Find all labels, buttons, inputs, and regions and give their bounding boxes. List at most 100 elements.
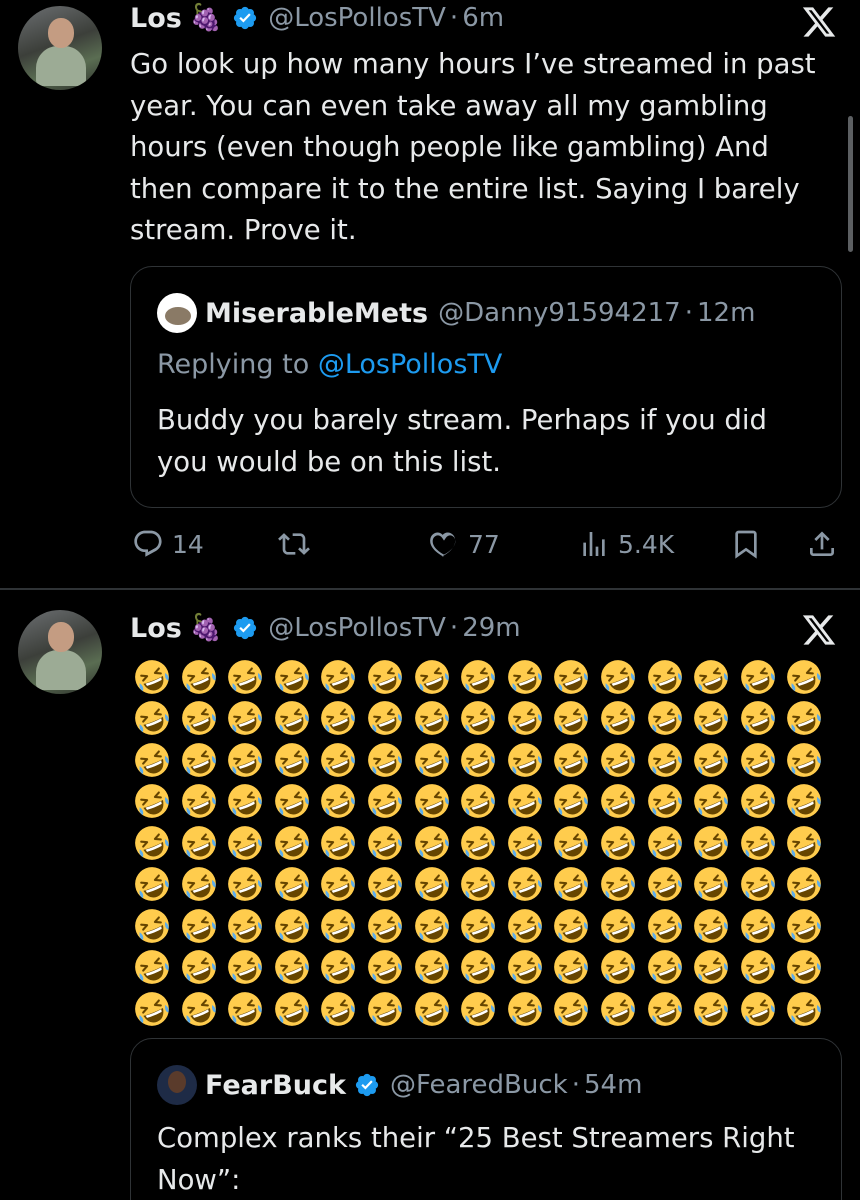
rofl-emoji-icon xyxy=(506,698,553,740)
quoted-text-line: you would be on this list. xyxy=(157,446,502,478)
share-icon xyxy=(810,531,834,556)
quoted-text-line: Now”: xyxy=(157,1164,241,1196)
quoted-author-name[interactable]: MiserableMets xyxy=(205,298,428,329)
rofl-emoji-icon xyxy=(739,698,786,740)
rofl-emoji-icon xyxy=(692,947,739,989)
rofl-emoji-icon xyxy=(692,781,739,823)
tweet-actions: 14 77 5.4K xyxy=(0,524,860,564)
rofl-emoji-icon xyxy=(226,698,273,740)
rofl-emoji-icon xyxy=(273,864,320,906)
rofl-emoji-icon xyxy=(226,905,273,947)
rofl-emoji-icon xyxy=(180,698,227,740)
x-logo-icon[interactable] xyxy=(800,4,838,40)
like-button[interactable]: 77 xyxy=(428,524,500,564)
quoted-tweet-time[interactable]: 12m xyxy=(697,298,755,328)
repost-button[interactable] xyxy=(278,524,318,564)
quoted-author-name[interactable]: FearBuck xyxy=(205,1070,346,1101)
rofl-emoji-icon xyxy=(692,822,739,864)
grape-emoji: 🍇 xyxy=(189,613,223,643)
rofl-emoji-icon xyxy=(366,739,413,781)
rofl-emoji-icon xyxy=(273,739,320,781)
verified-badge-icon xyxy=(355,1073,379,1097)
author-handle[interactable]: @LosPollosTV xyxy=(268,3,446,33)
rofl-emoji-icon xyxy=(226,947,273,989)
rofl-emoji-icon xyxy=(226,656,273,698)
tweet[interactable]: Los 🍇 @LosPollosTV · 6m Go look up how m… xyxy=(0,0,860,588)
rofl-emoji-icon xyxy=(273,781,320,823)
emoji-row xyxy=(133,905,833,947)
emoji-row xyxy=(133,698,833,740)
tweet-text-line: then compare it to the entire list. Sayi… xyxy=(130,172,800,205)
rofl-emoji-icon xyxy=(319,698,366,740)
rofl-emoji-icon xyxy=(413,822,460,864)
rofl-emoji-icon xyxy=(646,781,693,823)
rofl-emoji-icon xyxy=(506,905,553,947)
rofl-emoji-icon xyxy=(413,947,460,989)
rofl-emoji-icon xyxy=(692,864,739,906)
rofl-emoji-icon xyxy=(459,905,506,947)
rofl-emoji-icon xyxy=(785,905,832,947)
quoted-tweet[interactable]: FearBuck @FearedBuck · 54m Complex ranks… xyxy=(130,1038,842,1200)
rofl-emoji-icon xyxy=(646,864,693,906)
quoted-tweet[interactable]: MiserableMets @Danny91594217 · 12m Reply… xyxy=(130,266,842,508)
quoted-author-avatar[interactable] xyxy=(157,293,197,333)
rofl-emoji-icon xyxy=(226,781,273,823)
rofl-emoji-icon xyxy=(552,988,599,1030)
rofl-emoji-icon xyxy=(180,822,227,864)
rofl-emoji-icon xyxy=(133,947,180,989)
x-logo-icon[interactable] xyxy=(800,612,838,648)
rofl-emoji-icon xyxy=(366,822,413,864)
rofl-emoji-icon xyxy=(226,822,273,864)
rofl-emoji-icon xyxy=(692,656,739,698)
quoted-author-handle[interactable]: @FearedBuck xyxy=(390,1070,568,1100)
quoted-author-handle[interactable]: @Danny91594217 xyxy=(438,298,681,328)
rofl-emoji-icon xyxy=(459,947,506,989)
rofl-emoji-icon xyxy=(133,905,180,947)
rofl-emoji-icon xyxy=(646,905,693,947)
rofl-emoji-icon xyxy=(273,822,320,864)
separator-dot: · xyxy=(571,1070,580,1100)
replying-to-label: Replying to xyxy=(157,349,318,380)
emoji-row xyxy=(133,781,833,823)
rofl-emoji-icon xyxy=(319,947,366,989)
views-count: 5.4K xyxy=(618,529,675,559)
rofl-emoji-icon xyxy=(552,656,599,698)
rofl-emoji-icon xyxy=(459,739,506,781)
scrollbar[interactable] xyxy=(848,116,853,252)
rofl-emoji-icon xyxy=(739,988,786,1030)
quoted-tweet-time[interactable]: 54m xyxy=(584,1070,642,1100)
rofl-emoji-icon xyxy=(180,656,227,698)
rofl-emoji-icon xyxy=(413,739,460,781)
rofl-emoji-icon xyxy=(785,739,832,781)
tweet-time[interactable]: 29m xyxy=(462,613,520,643)
rofl-emoji-icon xyxy=(180,739,227,781)
rofl-emoji-icon xyxy=(319,822,366,864)
views-button[interactable]: 5.4K xyxy=(578,524,674,564)
share-button[interactable] xyxy=(806,524,838,564)
rofl-emoji-icon xyxy=(273,905,320,947)
author-avatar[interactable] xyxy=(18,610,102,694)
rofl-emoji-icon xyxy=(599,905,646,947)
rofl-emoji-icon xyxy=(646,656,693,698)
rofl-emoji-icon xyxy=(180,988,227,1030)
rofl-emoji-icon xyxy=(646,739,693,781)
rofl-emoji-icon xyxy=(599,698,646,740)
quoted-author-avatar[interactable] xyxy=(157,1065,197,1105)
rofl-emoji-icon xyxy=(319,864,366,906)
rofl-emoji-icon xyxy=(273,698,320,740)
author-name[interactable]: Los xyxy=(130,3,182,34)
bookmark-button[interactable] xyxy=(730,524,762,564)
author-handle[interactable]: @LosPollosTV xyxy=(268,613,446,643)
reply-icon xyxy=(134,530,162,557)
author-name[interactable]: Los xyxy=(130,613,182,644)
tweet[interactable]: Los 🍇 @LosPollosTV · 29m FearBuck @Feare… xyxy=(0,590,860,1200)
replying-to-handle[interactable]: @LosPollosTV xyxy=(318,349,503,380)
reply-button[interactable]: 14 xyxy=(132,524,204,564)
rofl-emoji-icon xyxy=(133,739,180,781)
rofl-emoji-icon xyxy=(785,988,832,1030)
rofl-emoji-icon xyxy=(273,988,320,1030)
tweet-header: Los 🍇 @LosPollosTV · 6m xyxy=(130,0,504,36)
rofl-emoji-icon xyxy=(459,698,506,740)
tweet-time[interactable]: 6m xyxy=(462,3,504,33)
author-avatar[interactable] xyxy=(18,6,102,90)
